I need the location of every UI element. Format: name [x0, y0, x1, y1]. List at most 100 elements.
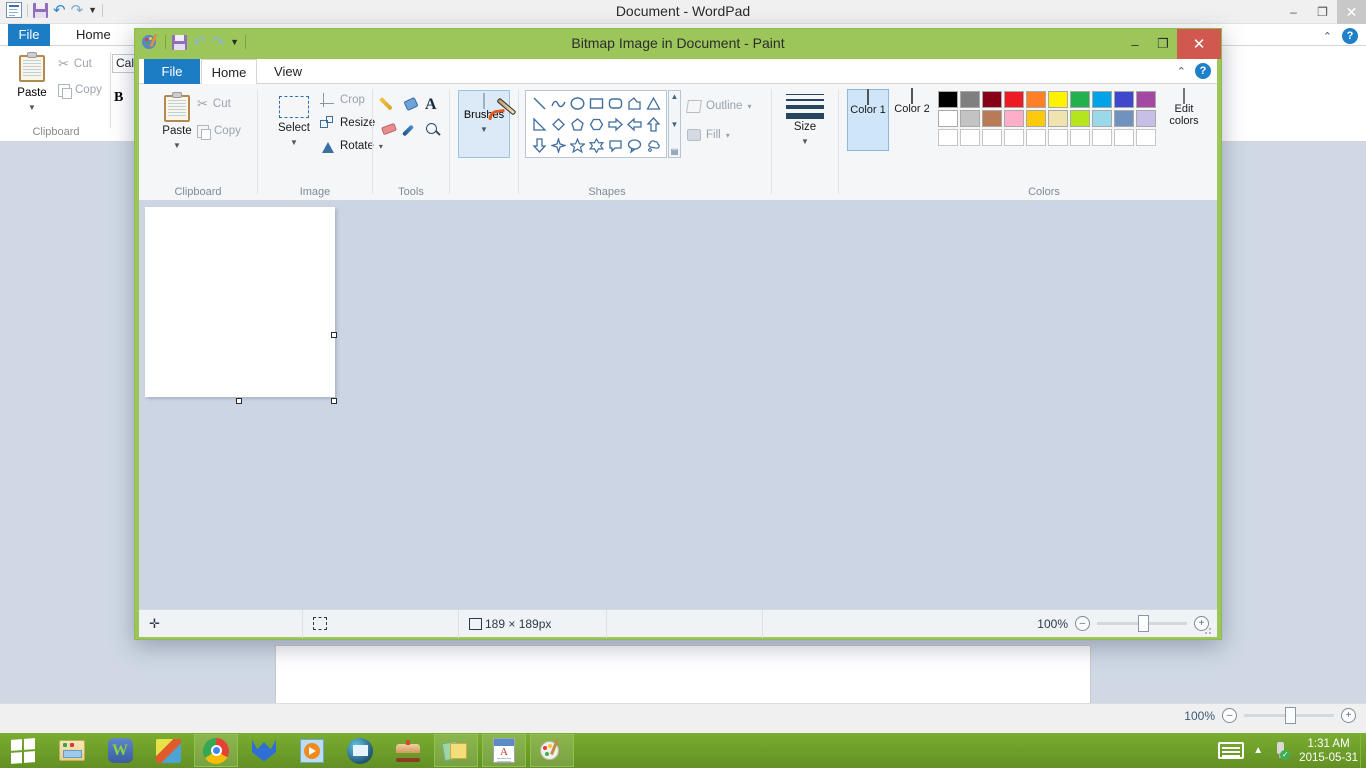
- color-swatch-r3-c8[interactable]: [1092, 129, 1112, 146]
- wordpad-page[interactable]: [275, 645, 1091, 703]
- paint-canvas-area[interactable]: [139, 201, 1217, 609]
- shape-six-point-star[interactable]: [587, 135, 606, 156]
- taskbar[interactable]: W: [0, 733, 1366, 768]
- paint-tab-view[interactable]: View: [260, 59, 316, 84]
- paint-outline-caret-icon[interactable]: ▾: [747, 102, 751, 111]
- color-swatch-r3-c1[interactable]: [938, 129, 958, 146]
- color-swatch-r1-c8[interactable]: [1092, 91, 1112, 108]
- paint-fill-button[interactable]: Fill ▾: [687, 125, 751, 145]
- wordpad-minimize-button[interactable]: –: [1279, 0, 1308, 24]
- wordpad-help-icon[interactable]: ?: [1342, 28, 1358, 44]
- color-swatch-r3-c4[interactable]: [1004, 129, 1024, 146]
- wordpad-ribbon-controls[interactable]: ⌃ ?: [1323, 28, 1358, 44]
- paint-maximize-button[interactable]: ❐: [1149, 29, 1177, 59]
- wordpad-copy-button[interactable]: Copy: [58, 80, 102, 100]
- shape-diamond[interactable]: [549, 114, 568, 135]
- taskbar-item-file-explorer[interactable]: [50, 734, 94, 767]
- taskbar-item-paint-window[interactable]: [530, 734, 574, 767]
- paint-collapse-ribbon-icon[interactable]: ⌃: [1177, 65, 1186, 78]
- wordpad-tab-file[interactable]: File: [8, 24, 50, 46]
- color-swatch-r2-c4[interactable]: [1004, 110, 1024, 127]
- color-swatch-r1-c1[interactable]: [938, 91, 958, 108]
- paint-window-buttons[interactable]: – ❐ ✕: [1121, 29, 1221, 59]
- color-swatch-r1-c6[interactable]: [1048, 91, 1068, 108]
- shape-triangle[interactable]: [644, 93, 663, 114]
- show-hidden-icons-button[interactable]: ▲: [1253, 745, 1263, 756]
- shape-right-triangle[interactable]: [530, 114, 549, 135]
- shape-right-arrow[interactable]: [606, 114, 625, 135]
- paint-outline-button[interactable]: Outline ▾: [687, 96, 751, 116]
- paint-tab-file[interactable]: File: [144, 59, 200, 84]
- text-icon[interactable]: A: [425, 96, 447, 122]
- shape-curve[interactable]: [549, 93, 568, 114]
- shape-pentagon[interactable]: [568, 114, 587, 135]
- color-swatch-r1-c5[interactable]: [1026, 91, 1046, 108]
- paint-color-palette[interactable]: [937, 90, 1157, 147]
- color-swatch-r2-c3[interactable]: [982, 110, 1002, 127]
- color-swatch-r2-c7[interactable]: [1070, 110, 1090, 127]
- pencil-icon[interactable]: [381, 96, 398, 113]
- paint-shapes-gallery[interactable]: [525, 90, 667, 158]
- paint-shapes-scrollbar[interactable]: ▲ ▼ ▤: [668, 90, 681, 158]
- magnifier-icon[interactable]: [425, 122, 442, 139]
- paint-help-icon[interactable]: ?: [1195, 63, 1211, 79]
- clock[interactable]: 1:31 AM 2015-05-31: [1299, 737, 1358, 765]
- paint-zoom-thumb[interactable]: [1138, 615, 1149, 632]
- wordpad-zoom-in-button[interactable]: +: [1341, 708, 1356, 723]
- wordpad-paste-caret-icon[interactable]: ▼: [28, 103, 36, 112]
- taskbar-item-wordweb[interactable]: W: [98, 734, 142, 767]
- canvas-resize-handle-bottom[interactable]: [236, 398, 242, 404]
- shape-five-point-star[interactable]: [568, 135, 587, 156]
- paint-ribbon-controls[interactable]: ⌃ ?: [1177, 63, 1211, 79]
- taskbar-item-media-player[interactable]: [290, 734, 334, 767]
- wordpad-window-buttons[interactable]: – ❐ ✕: [1279, 0, 1366, 24]
- paint-canvas[interactable]: [145, 207, 335, 397]
- paint-tabstrip[interactable]: File Home View ⌃ ?: [139, 59, 1217, 84]
- taskbar-item-google-chrome[interactable]: [194, 734, 238, 767]
- paint-fill-caret-icon[interactable]: ▾: [726, 131, 730, 140]
- wordpad-maximize-button[interactable]: ❐: [1308, 0, 1337, 24]
- color-swatch-r1-c4[interactable]: [1004, 91, 1024, 108]
- paint-color1-button[interactable]: Color 1: [847, 89, 889, 151]
- color-swatch-r2-c6[interactable]: [1048, 110, 1068, 127]
- paint-brushes-button[interactable]: Brushes ▼: [458, 90, 510, 158]
- taskbar-item-malwarebytes[interactable]: [242, 734, 286, 767]
- paint-select-button[interactable]: Select ▼: [268, 94, 320, 148]
- wordpad-collapse-ribbon-icon[interactable]: ⌃: [1323, 30, 1332, 43]
- wordpad-zoom-out-button[interactable]: –: [1222, 708, 1237, 723]
- shapes-scroll-down-icon[interactable]: ▼: [671, 120, 679, 129]
- paint-zoom-controls[interactable]: 100% – +: [1037, 616, 1217, 631]
- paint-zoom-slider[interactable]: [1097, 622, 1187, 625]
- shape-oval-callout[interactable]: [625, 135, 644, 156]
- shape-left-arrow[interactable]: [625, 114, 644, 135]
- color-swatch-r1-c9[interactable]: [1114, 91, 1134, 108]
- paint-edit-colors-button[interactable]: Edit colors: [1161, 89, 1207, 127]
- paint-color2-button[interactable]: Color 2: [891, 89, 933, 151]
- wordpad-close-button[interactable]: ✕: [1337, 0, 1366, 24]
- shape-line[interactable]: [530, 93, 549, 114]
- wordpad-zoom-controls[interactable]: 100% – +: [1184, 708, 1356, 723]
- taskbar-items[interactable]: W: [50, 733, 574, 768]
- color-picker-icon[interactable]: [403, 122, 420, 139]
- color-swatch-r2-c10[interactable]: [1136, 110, 1156, 127]
- taskbar-item-folder-window[interactable]: [434, 734, 478, 767]
- shape-rectangle[interactable]: [587, 93, 606, 114]
- wordpad-titlebar[interactable]: ↶ ↷ ▼ Document - WordPad – ❐ ✕: [0, 0, 1366, 24]
- color-swatch-r3-c6[interactable]: [1048, 129, 1068, 146]
- shape-rounded-rectangle[interactable]: [606, 93, 625, 114]
- paint-size-caret-icon[interactable]: ▼: [801, 137, 809, 146]
- color-swatch-r1-c7[interactable]: [1070, 91, 1090, 108]
- color-swatch-r3-c10[interactable]: [1136, 129, 1156, 146]
- canvas-resize-handle-right[interactable]: [331, 332, 337, 338]
- paint-copy-button[interactable]: Copy: [197, 121, 241, 141]
- paint-close-button[interactable]: ✕: [1177, 29, 1221, 59]
- wordpad-cut-button[interactable]: ✂ Cut: [58, 54, 102, 74]
- color-swatch-r1-c10[interactable]: [1136, 91, 1156, 108]
- canvas-resize-handle-corner[interactable]: [331, 398, 337, 404]
- shapes-scroll-up-icon[interactable]: ▲: [671, 92, 679, 101]
- paint-titlebar[interactable]: ↶ ↷ ▼ Bitmap Image in Document - Paint –…: [135, 29, 1221, 59]
- wordpad-zoom-slider[interactable]: [1244, 714, 1334, 717]
- paint-select-caret-icon[interactable]: ▼: [290, 138, 298, 147]
- paint-paste-caret-icon[interactable]: ▼: [173, 141, 181, 150]
- color-swatch-r3-c3[interactable]: [982, 129, 1002, 146]
